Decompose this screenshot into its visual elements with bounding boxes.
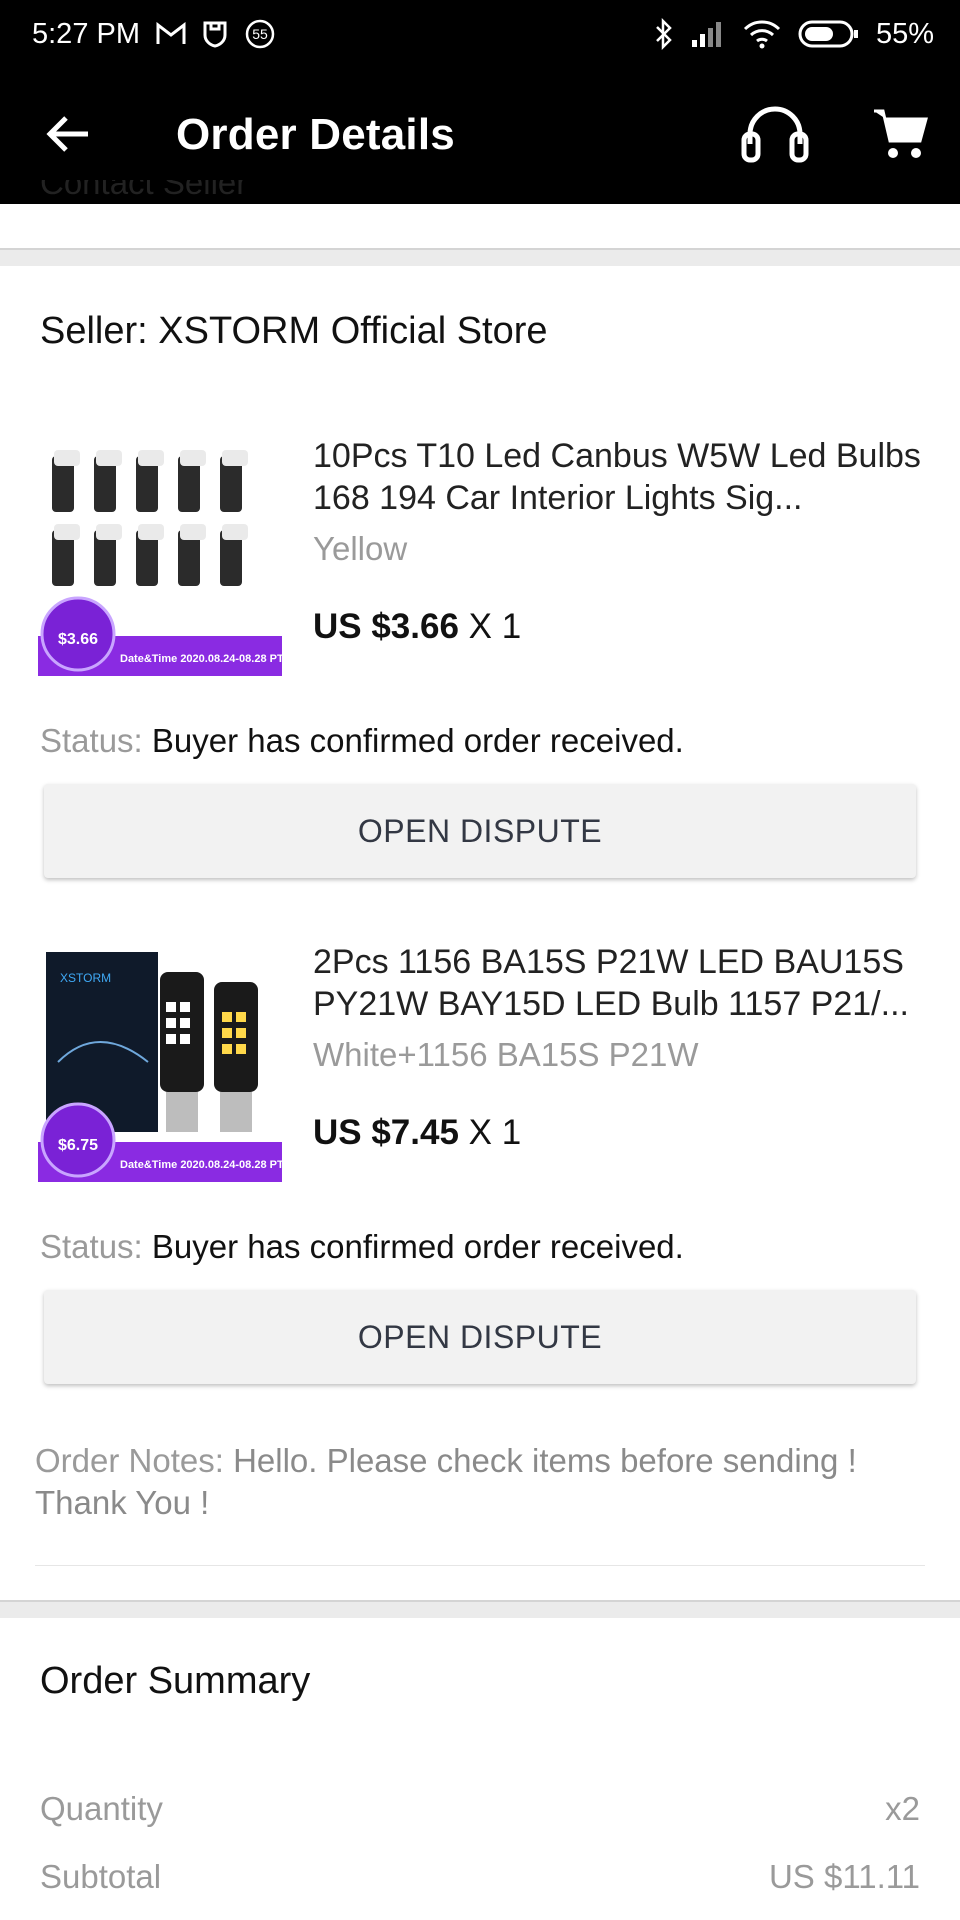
notes-divider	[35, 1565, 925, 1566]
back-button[interactable]	[38, 108, 98, 164]
status-time: 5:27 PM	[32, 17, 140, 50]
status-right: 55%	[654, 18, 934, 51]
order-notes-label: Order Notes:	[35, 1442, 224, 1479]
status-value-2: Buyer has confirmed order received.	[151, 1228, 684, 1265]
mi-shield-icon	[202, 20, 228, 48]
gmail-icon	[156, 22, 186, 46]
battery-percent: 55%	[875, 17, 934, 50]
headset-icon	[740, 104, 810, 169]
svg-text:XSTORM: XSTORM	[60, 971, 111, 985]
summary-label-subtotal: Subtotal	[40, 1858, 162, 1895]
status-left: 5:27 PM 55	[32, 18, 276, 51]
customer-service-button[interactable]	[735, 100, 815, 172]
order-summary-title: Order Summary	[40, 1660, 311, 1702]
promo-date-text-2: Date&Time 2020.08.24-08.28 PT	[120, 1159, 282, 1171]
cart-button[interactable]	[862, 100, 938, 172]
summary-value-quantity: x2	[885, 1790, 920, 1827]
product-variant-2: White+1156 BA15S P21W	[313, 1036, 699, 1073]
product-qty-1: X 1	[468, 607, 522, 646]
product-title-2[interactable]: 2Pcs 1156 BA15S P21W LED BAU15S PY21W BA…	[313, 941, 923, 1025]
order-status-2: Status: Buyer has confirmed order receiv…	[40, 1228, 684, 1266]
product-price-1: US $3.66	[313, 607, 459, 646]
status-label-2: Status:	[40, 1228, 143, 1265]
cart-icon	[872, 107, 928, 166]
open-dispute-button-2[interactable]: OPEN DISPUTE	[44, 1290, 916, 1384]
promo-price-badge-2: $6.75	[58, 1137, 98, 1154]
product-price-row-1: US $3.66 X 1	[313, 607, 521, 647]
notif-badge: 55	[252, 26, 268, 42]
wifi-icon	[742, 19, 782, 49]
signal-icon	[690, 20, 726, 48]
product-price-2: US $7.45	[313, 1113, 459, 1152]
product-image-1[interactable]: $3.66 Date&Time 2020.08.24-08.28 PT	[38, 436, 282, 676]
status-label-1: Status:	[40, 722, 143, 759]
status-value-1: Buyer has confirmed order received.	[151, 722, 684, 759]
order-notes: Order Notes: Hello. Please check items b…	[35, 1440, 895, 1524]
order-status-1: Status: Buyer has confirmed order receiv…	[40, 722, 684, 760]
product-price-row-2: US $7.45 X 1	[313, 1113, 521, 1153]
bluetooth-icon	[654, 18, 674, 50]
section-divider-2	[0, 1600, 960, 1618]
promo-price-badge-1: $3.66	[58, 631, 98, 648]
product-image-2[interactable]: XSTORM $6.75 Date&Time 2020.08.24-08.28 …	[38, 942, 282, 1182]
page-title: Order Details	[176, 110, 455, 159]
promo-date-text-1: Date&Time 2020.08.24-08.28 PT	[120, 653, 282, 665]
battery-icon	[798, 19, 860, 49]
product-variant-1: Yellow	[313, 530, 408, 567]
back-arrow-icon	[46, 114, 90, 159]
summary-label-quantity: Quantity	[40, 1790, 163, 1827]
summary-value-subtotal: US $11.11	[768, 1858, 920, 1895]
notification-55-icon: 55	[244, 18, 276, 50]
summary-row-quantity: Quantity x2	[40, 1790, 920, 1828]
seller-name[interactable]: Seller: XSTORM Official Store	[40, 310, 548, 353]
product-qty-2: X 1	[468, 1113, 522, 1152]
summary-row-subtotal: Subtotal US $11.11	[40, 1858, 920, 1896]
section-divider	[0, 248, 960, 266]
open-dispute-button-1[interactable]: OPEN DISPUTE	[44, 784, 916, 878]
status-bar: 5:27 PM 55 55%	[0, 0, 960, 68]
contact-seller-link[interactable]: Contact Seller	[40, 180, 247, 202]
product-title-1[interactable]: 10Pcs T10 Led Canbus W5W Led Bulbs 168 1…	[313, 435, 923, 519]
